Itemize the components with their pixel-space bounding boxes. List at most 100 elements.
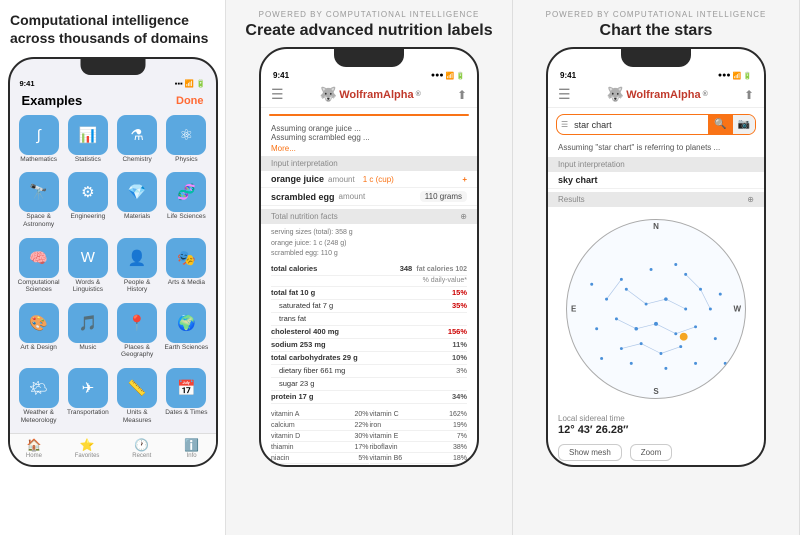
p1-topbar: Examples Done: [10, 89, 216, 112]
zoom-button[interactable]: Zoom: [630, 444, 672, 461]
sky-chart-container: N S E W: [548, 207, 764, 410]
menu-icon[interactable]: ☰: [271, 86, 284, 103]
tab-home[interactable]: 🏠Home: [26, 438, 42, 459]
p1-status-icons: ▪▪▪ 📶 🔋: [175, 79, 206, 88]
folate: folate24%: [370, 465, 468, 468]
example-cell-icon: 📏: [117, 368, 157, 408]
example-cell-icon: ✈: [68, 368, 108, 408]
example-cell-icon: ⚛: [166, 115, 206, 155]
menu-icon-3[interactable]: ☰: [558, 86, 571, 103]
example-cell[interactable]: 📍Places & Geography: [114, 303, 160, 365]
sidereal-label: Local sidereal time: [558, 414, 754, 423]
example-cell[interactable]: 👤People & History: [114, 238, 160, 300]
show-mesh-button[interactable]: Show mesh: [558, 444, 622, 461]
sugar: sugar 23 g: [271, 378, 467, 391]
compass-E: E: [571, 304, 576, 313]
search-input-2[interactable]: orange juice and scrambled eggs: [285, 114, 421, 116]
example-cell-label: Statistics: [75, 156, 101, 164]
example-cell-icon: 🧬: [166, 172, 206, 212]
example-cell[interactable]: 🌤Weather & Meteorology: [16, 368, 62, 430]
example-cell-icon: ∫: [19, 115, 59, 155]
example-cell[interactable]: 📅Dates & Times: [163, 368, 209, 430]
search-input-3[interactable]: star chart: [572, 116, 708, 134]
example-cell[interactable]: 🧬Life Sciences: [163, 172, 209, 234]
search-icon-2: ☰: [270, 114, 285, 116]
example-cell-label: Life Sciences: [167, 213, 206, 221]
examples-title: Examples: [22, 93, 83, 108]
example-cell-label: Music: [79, 344, 96, 352]
example-cell[interactable]: 🧠Computational Sciences: [16, 238, 62, 300]
assuming-line-1: Assuming orange juice ...: [271, 124, 467, 133]
example-cell-icon: ⚙: [68, 172, 108, 212]
example-cell-icon: 💎: [117, 172, 157, 212]
phone3-status-icons: ●●●📶🔋: [718, 72, 752, 80]
example-cell-label: Transportation: [67, 409, 109, 417]
compass-W: W: [733, 304, 741, 313]
example-cell[interactable]: ⚗Chemistry: [114, 115, 160, 169]
more-link[interactable]: More...: [261, 144, 477, 153]
example-cell[interactable]: 🔭Space & Astronomy: [16, 172, 62, 234]
interp-row-oj: orange juice amount 1 c (cup) +: [261, 171, 477, 188]
example-cell-icon: 📍: [117, 303, 157, 343]
example-cell-label: Units & Measures: [114, 409, 160, 425]
camera-button-3[interactable]: 📷: [733, 115, 755, 134]
phone-examples: 9:41 ▪▪▪ 📶 🔋 Examples Done ∫Mathematics📊…: [8, 57, 218, 467]
example-cell[interactable]: ⚛Physics: [163, 115, 209, 169]
example-cell-label: Computational Sciences: [16, 279, 62, 295]
panel3-title: Chart the stars: [521, 21, 791, 41]
trans-fat: trans fat: [271, 313, 467, 326]
example-cell-label: Earth Sciences: [165, 344, 209, 352]
tab-favorites[interactable]: ⭐Favorites: [75, 438, 100, 459]
sidereal-time: Local sidereal time 12° 43′ 26.28″: [548, 410, 764, 440]
done-button[interactable]: Done: [176, 95, 204, 107]
example-cell[interactable]: ✈Transportation: [65, 368, 111, 430]
search-button-2[interactable]: 🔍: [421, 114, 445, 116]
section-input-interp-3: Input interpretation: [548, 157, 764, 172]
assuming-star: Assuming "star chart" is referring to pl…: [558, 143, 754, 152]
example-cell[interactable]: 🎨Art & Design: [16, 303, 62, 365]
example-cell-icon: W: [68, 238, 108, 278]
example-cell-icon: 🌍: [166, 303, 206, 343]
example-cell[interactable]: 🌍Earth Sciences: [163, 303, 209, 365]
example-cell[interactable]: 📏Units & Measures: [114, 368, 160, 430]
panel2-title: Create advanced nutrition labels: [234, 21, 504, 41]
vitamin-grid: vitamin A20% vitamin C162% calcium22% ir…: [261, 408, 477, 468]
p1-status-bar: 9:41 ▪▪▪ 📶 🔋: [10, 76, 216, 89]
example-cell-label: Arts & Media: [168, 279, 205, 287]
wolfram-name: WolframAlpha: [339, 89, 413, 101]
example-cell[interactable]: ⚙Engineering: [65, 172, 111, 234]
example-cell-icon: 🎭: [166, 238, 206, 278]
total-carbs: total carbohydrates 29 g10%: [271, 352, 467, 365]
search-button-3[interactable]: 🔍: [708, 115, 732, 134]
example-cell-icon: 🌤: [19, 368, 59, 408]
phone3-status: 9:41 ●●●📶🔋: [548, 67, 764, 82]
example-cell[interactable]: 💎Materials: [114, 172, 160, 234]
example-cell-label: Words & Linguistics: [65, 279, 111, 295]
camera-button[interactable]: 📷: [446, 114, 468, 116]
share-icon-3[interactable]: ⬆: [744, 88, 754, 102]
registered-mark-3: ®: [703, 91, 708, 98]
vit-e: vitamin E7%: [370, 432, 468, 442]
p1-tab-bar: 🏠Home ⭐Favorites 🕐Recent ℹ️Info: [10, 433, 216, 465]
example-cell-icon: 👤: [117, 238, 157, 278]
calcium: calcium22%: [271, 421, 369, 431]
example-cell[interactable]: WWords & Linguistics: [65, 238, 111, 300]
example-cell[interactable]: 📊Statistics: [65, 115, 111, 169]
example-cell[interactable]: ∫Mathematics: [16, 115, 62, 169]
example-cell-label: People & History: [114, 279, 160, 295]
example-cell-label: Space & Astronomy: [16, 213, 62, 229]
example-cell-label: Materials: [124, 213, 150, 221]
example-cell[interactable]: 🎵Music: [65, 303, 111, 365]
share-icon[interactable]: ⬆: [457, 88, 467, 102]
wolf-icon: 🐺: [320, 86, 337, 103]
example-cell-label: Weather & Meteorology: [16, 409, 62, 425]
compass-S: S: [653, 387, 658, 396]
example-cell-icon: 🎨: [19, 303, 59, 343]
tab-info[interactable]: ℹ️Info: [184, 438, 199, 459]
total-fat: total fat 10 g15%: [271, 287, 467, 300]
sodium: sodium 253 mg11%: [271, 339, 467, 352]
tab-recent[interactable]: 🕐Recent: [132, 438, 151, 459]
compass-N: N: [653, 222, 659, 231]
example-cell[interactable]: 🎭Arts & Media: [163, 238, 209, 300]
interp-row-egg: scrambled egg amount 110 grams: [261, 188, 477, 206]
